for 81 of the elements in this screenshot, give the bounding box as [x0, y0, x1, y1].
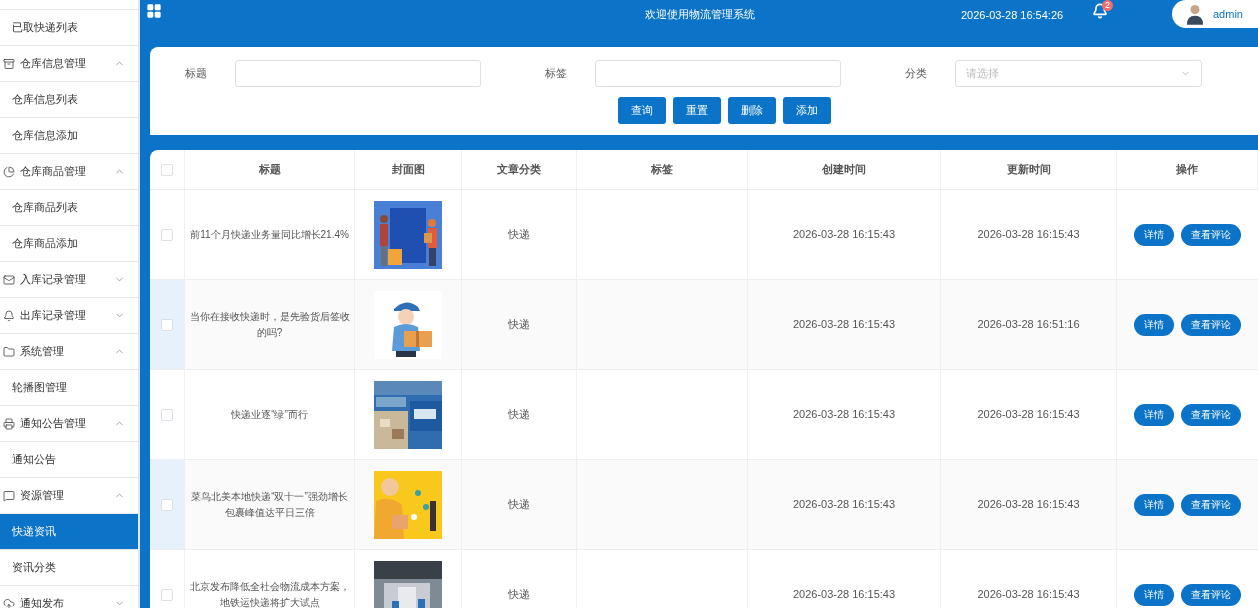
- cloud-upload-icon: [3, 597, 15, 608]
- bell-icon: [3, 309, 15, 322]
- table-cell-text: 2026-03-28 16:51:16: [977, 317, 1080, 333]
- table-cell-text: 2026-03-28 16:15:43: [792, 317, 896, 333]
- datetime: 2026-03-28 16:54:26: [961, 8, 1064, 23]
- group-label: 系统管理: [20, 344, 65, 360]
- group-label: 通知发布: [20, 596, 65, 608]
- folder-icon: [3, 345, 15, 358]
- table-cell-text: 快递: [508, 227, 530, 243]
- table-cell-text: 北京发布降低全社会物流成本方案，地铁运快递将扩大试点: [188, 579, 351, 608]
- column-header: 操作: [1176, 162, 1198, 178]
- group-label: 资源管理: [20, 488, 65, 504]
- table-cell-text: 快递: [508, 497, 530, 513]
- select-placeholder: 请选择: [966, 65, 999, 81]
- details-button[interactable]: 详情: [1134, 583, 1174, 606]
- sidebar-group[interactable]: 出库记录管理: [0, 297, 138, 333]
- username: admin: [1213, 6, 1243, 22]
- column-header: 标题: [258, 162, 281, 178]
- view-comments-button[interactable]: 查看评论: [1181, 403, 1241, 426]
- table-cell-text: 快递业逐“绿”而行: [231, 407, 308, 422]
- search-action-button[interactable]: 重置: [672, 97, 721, 124]
- table-cell-text: 快递: [508, 407, 530, 423]
- archive-icon: [3, 57, 15, 70]
- envelope-icon: [3, 273, 15, 286]
- group-label: 仓库信息管理: [20, 56, 87, 72]
- table-cell-text: 2026-03-28 16:15:43: [792, 407, 896, 423]
- field-label: 标题: [185, 65, 208, 81]
- checkbox[interactable]: [161, 408, 173, 421]
- grid-menu-icon[interactable]: [146, 3, 162, 19]
- table-cell-text: 2026-03-28 16:15:43: [977, 497, 1080, 513]
- column-header: 标签: [651, 162, 673, 178]
- field-label: 标签: [545, 65, 568, 81]
- column-header: 更新时间: [1006, 162, 1051, 178]
- app-title: 欢迎使用物流管理系统: [645, 7, 755, 22]
- group-label: 仓库商品管理: [20, 164, 87, 180]
- view-comments-button[interactable]: 查看评论: [1181, 493, 1241, 516]
- table-cell-text: 前11个月快递业务量同比增长21.4%: [190, 227, 349, 242]
- user-pill[interactable]: admin: [1172, 0, 1258, 28]
- view-comments-button[interactable]: 查看评论: [1181, 223, 1241, 246]
- column-header: 封面图: [391, 162, 425, 178]
- table-cell-text: 2026-03-28 16:15:43: [977, 407, 1080, 423]
- column-header: 文章分类: [497, 162, 541, 178]
- message-icon: [3, 489, 15, 502]
- checkbox[interactable]: [161, 498, 173, 511]
- details-button[interactable]: 详情: [1134, 403, 1174, 426]
- view-comments-button[interactable]: 查看评论: [1181, 313, 1241, 336]
- checkbox[interactable]: [161, 163, 173, 176]
- sidebar-group[interactable]: 通知发布: [0, 585, 138, 608]
- search-action-button[interactable]: 查询: [617, 97, 666, 124]
- checkbox[interactable]: [161, 318, 173, 331]
- table-cell-text: 2026-03-28 16:15:43: [792, 497, 896, 513]
- table-cell-text: 2026-03-28 16:15:43: [792, 587, 896, 603]
- avatar-icon: [1186, 3, 1204, 25]
- details-button[interactable]: 详情: [1134, 493, 1174, 516]
- checkbox[interactable]: [161, 228, 173, 241]
- text-input-field[interactable]: [595, 59, 841, 87]
- table-cell-text: 2026-03-28 16:15:43: [977, 227, 1080, 243]
- details-button[interactable]: 详情: [1134, 223, 1174, 246]
- sidebar-item[interactable]: 快递资讯: [0, 513, 138, 549]
- search-action-button[interactable]: 删除: [727, 97, 776, 124]
- details-button[interactable]: 详情: [1134, 313, 1174, 336]
- table-cell-text: 快递: [508, 317, 530, 333]
- printer-icon: [3, 417, 15, 430]
- bell-icon[interactable]: [1092, 3, 1108, 19]
- column-header: 创建时间: [822, 162, 866, 178]
- group-label: 入库记录管理: [20, 272, 87, 288]
- table-cell-text: 快递: [508, 587, 530, 603]
- table-cell-text: 2026-03-28 16:15:43: [977, 587, 1080, 603]
- notification-badge: 2: [1102, 0, 1113, 11]
- table-cell-text: 菜鸟北美本地快递“双十一”强劲增长包裹峰值达平日三倍: [190, 489, 349, 520]
- checkbox[interactable]: [161, 588, 173, 601]
- view-comments-button[interactable]: 查看评论: [1181, 583, 1241, 606]
- table-cell-text: 2026-03-28 16:15:43: [792, 227, 896, 243]
- group-label: 通知公告管理: [20, 416, 87, 432]
- pie-chart-icon: [3, 165, 15, 178]
- table-cell-text: 当你在接收快递时，是先验货后签收的吗?: [188, 309, 351, 340]
- sidebar-group[interactable]: 入库记录管理: [0, 261, 138, 297]
- field-label: 分类: [905, 65, 928, 81]
- search-action-button[interactable]: 添加: [782, 97, 831, 124]
- group-label: 出库记录管理: [20, 308, 87, 324]
- text-input-field[interactable]: [235, 59, 481, 87]
